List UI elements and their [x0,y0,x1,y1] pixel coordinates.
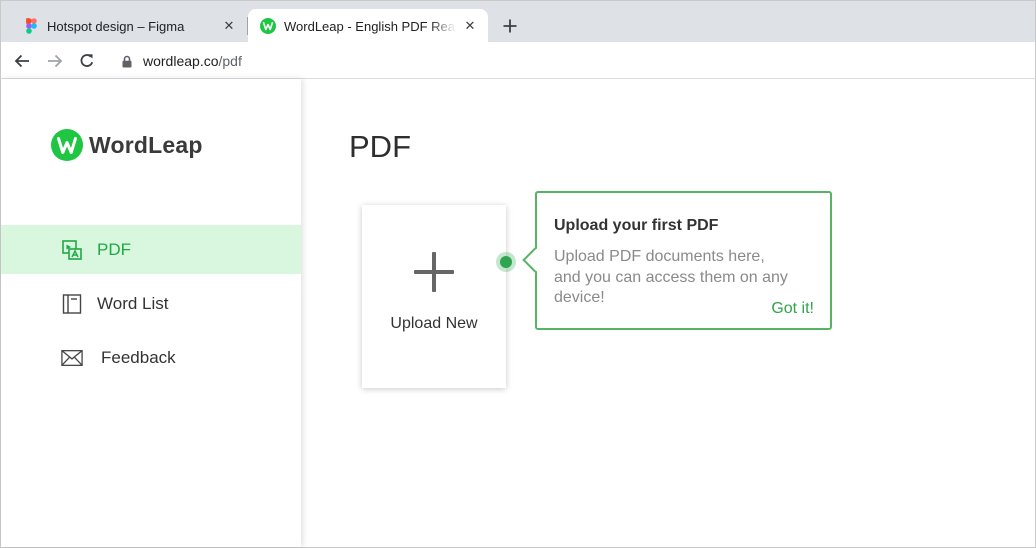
forward-button[interactable] [43,49,67,73]
back-button[interactable] [10,49,34,73]
browser-tab-strip: Hotspot design – Figma ✕ WordLeap - Engl… [0,0,1036,43]
arrow-right-icon [48,54,63,68]
sidebar-item-label: Feedback [101,347,176,367]
hotspot-indicator[interactable] [496,252,516,272]
main-content: PDF Upload New Upload your first PDF Upl… [301,79,1035,547]
wordleap-logo-icon [51,129,83,161]
address-bar[interactable]: wordleap.co/pdf [109,47,1029,75]
upload-new-label: Upload New [390,315,478,332]
onboarding-tooltip: Upload your first PDF Upload PDF documen… [522,191,832,330]
sidebar-item-feedback[interactable]: Feedback [1,333,301,382]
close-icon[interactable]: ✕ [219,16,239,36]
logo[interactable]: WordLeap [51,129,203,161]
reload-button[interactable] [75,49,99,73]
tab-title: WordLeap - English PDF Reading [284,18,456,34]
sidebar-item-label: PDF [97,239,131,259]
tooltip-body: Upload PDF documents here, and you can a… [554,248,788,306]
sidebar-item-pdf[interactable]: PDF [1,225,301,274]
arrow-left-icon [14,54,29,68]
url-text: wordleap.co/pdf [143,53,242,69]
envelope-icon [61,347,83,369]
new-tab-button[interactable] [498,14,522,38]
plus-icon [413,251,455,293]
wordleap-icon [260,18,276,34]
logo-text: WordLeap [89,131,203,158]
sidebar-item-word-list[interactable]: Word List [1,279,301,328]
tooltip-title: Upload your first PDF [554,217,719,234]
tab-wordleap[interactable]: WordLeap - English PDF Reading ✕ [248,9,488,43]
got-it-button[interactable]: Got it! [771,300,814,318]
url-host: wordleap.co [143,53,219,69]
sidebar: WordLeap PDF Word List Feedback [1,79,301,547]
hotspot-dot [500,256,512,268]
reload-icon [80,54,94,67]
url-path: /pdf [218,53,242,69]
tab-title: Hotspot design – Figma [47,18,185,34]
close-icon[interactable]: ✕ [460,16,480,36]
lock-icon [119,53,135,69]
book-icon [61,293,83,315]
tooltip-arrow [522,247,548,273]
figma-icon [23,18,39,34]
upload-new-button[interactable]: Upload New [362,205,506,388]
browser-toolbar: wordleap.co/pdf [0,42,1036,79]
plus-icon [503,19,517,33]
sidebar-item-label: Word List [97,293,169,313]
pdf-icon [61,239,83,261]
tab-figma[interactable]: Hotspot design – Figma ✕ [11,9,247,43]
app-content: WordLeap PDF Word List Feedback PDF Uplo… [0,79,1036,548]
page-title: PDF [349,129,411,164]
